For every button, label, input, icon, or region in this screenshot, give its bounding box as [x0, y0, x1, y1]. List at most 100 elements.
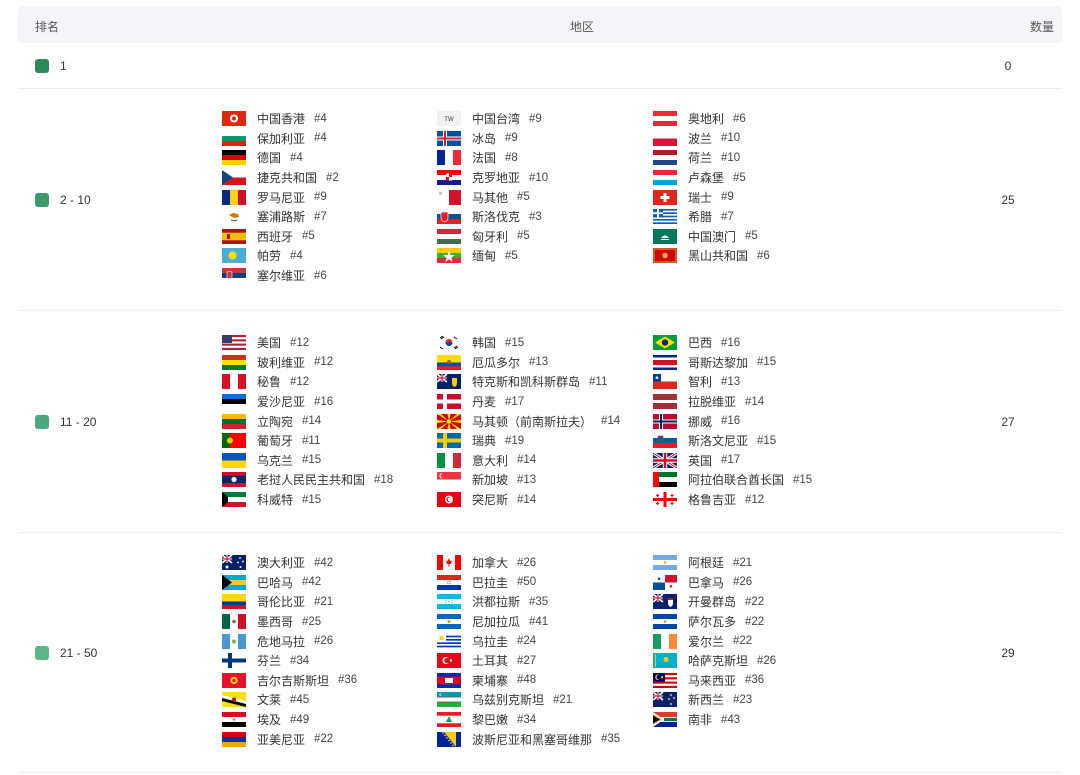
- region-item: 哥伦比亚 #21: [222, 592, 333, 612]
- region-name: 马来西亚: [688, 673, 737, 688]
- ae-flag-icon: [653, 472, 677, 488]
- at-flag-icon: [653, 111, 677, 127]
- region-item: 开曼群岛 #22: [653, 592, 764, 612]
- region-rank: #16: [314, 395, 334, 408]
- region-rank: #9: [721, 191, 734, 204]
- region-name: 斯洛文尼亚: [688, 434, 749, 449]
- region-name: 克罗地亚: [472, 171, 521, 186]
- it-flag-icon: [437, 452, 461, 468]
- header-count: 数量: [1029, 20, 1054, 34]
- region-name: 中国澳门: [688, 229, 737, 244]
- region-rank: #24: [517, 635, 537, 648]
- region-name: 科威特: [257, 493, 294, 508]
- region-item: 帕劳 #4: [222, 246, 303, 266]
- uy-flag-icon: [437, 633, 461, 649]
- tr-flag-icon: [437, 653, 461, 669]
- region-rank: #4: [314, 112, 327, 125]
- region-rank: #23: [733, 693, 753, 706]
- table-row: 10: [18, 43, 1062, 89]
- es-flag-icon: [222, 228, 246, 244]
- region-rank: #13: [529, 356, 549, 369]
- region-item: 巴西 #16: [653, 333, 740, 353]
- region-name: 丹麦: [472, 395, 497, 410]
- region-item: 新加坡 #13: [437, 470, 536, 490]
- region-rank: #10: [721, 132, 741, 145]
- region-item: 克罗地亚 #10: [437, 168, 548, 188]
- region-name: 黑山共和国: [688, 249, 749, 264]
- hn-flag-icon: [437, 594, 461, 610]
- region-name: 爱尔兰: [688, 634, 725, 649]
- sk-flag-icon: [437, 209, 461, 225]
- region-name: 开曼群岛: [688, 595, 737, 610]
- region-rank: #6: [314, 269, 327, 282]
- region-item: 匈牙利 #5: [437, 227, 530, 247]
- count-cell: 25: [1001, 193, 1015, 207]
- region-item: 哥斯达黎加 #15: [653, 353, 776, 373]
- region-name: 美国: [257, 336, 282, 351]
- region-item: 文莱 #45: [222, 690, 309, 710]
- region-item: 玻利维亚 #12: [222, 353, 333, 373]
- region-rank: #16: [721, 415, 741, 428]
- region-name: 罗马尼亚: [257, 190, 306, 205]
- is-flag-icon: [437, 130, 461, 146]
- region-name: 墨西哥: [257, 615, 294, 630]
- region-name: 阿根廷: [688, 556, 725, 571]
- region-item: 阿拉伯联合酋长国 #15: [653, 470, 812, 490]
- ba-flag-icon: [437, 731, 461, 747]
- region-item: 加拿大 #26: [437, 553, 536, 573]
- us-flag-icon: [222, 335, 246, 351]
- region-item: 厄瓜多尔 #13: [437, 353, 548, 373]
- region-name: 德国: [257, 151, 282, 166]
- rank-cell: 1: [35, 59, 67, 73]
- region-item: 卢森堡 #5: [653, 168, 746, 188]
- region-item: 乌兹别克斯坦 #21: [437, 690, 572, 710]
- region-item: 巴哈马 #42: [222, 573, 321, 593]
- rank-cell: 21 - 50: [35, 646, 97, 660]
- region-name: 马其顿（前南斯拉夫）: [472, 414, 593, 429]
- region-item: 立陶宛 #14: [222, 411, 321, 431]
- region-name: 西班牙: [257, 229, 294, 244]
- fr-flag-icon: [437, 150, 461, 166]
- au-flag-icon: [222, 555, 246, 571]
- region-name: 阿拉伯联合酋长国: [688, 473, 785, 488]
- region-rank: #5: [302, 230, 315, 243]
- mo-flag-icon: [653, 228, 677, 244]
- table-row: 2 - 10 中国香港 #4 保加利亚 #4 德国 #4 捷克共和国 #2 罗马尼亚 #9 塞浦路斯 #…: [18, 89, 1062, 311]
- region-rank: #15: [505, 336, 525, 349]
- lt-flag-icon: [222, 413, 246, 429]
- mm-flag-icon: [437, 248, 461, 264]
- region-rank: #5: [733, 171, 746, 184]
- region-name: 澳大利亚: [257, 556, 306, 571]
- dk-flag-icon: [437, 394, 461, 410]
- hu-flag-icon: [437, 228, 461, 244]
- region-rank: #14: [601, 415, 621, 428]
- rs-flag-icon: [222, 268, 246, 284]
- pl-flag-icon: [653, 130, 677, 146]
- de-flag-icon: [222, 150, 246, 166]
- region-rank: #34: [290, 654, 310, 667]
- region-item: 危地马拉 #26: [222, 631, 333, 651]
- region-rank: #10: [529, 171, 549, 184]
- region-rank: #11: [589, 375, 608, 388]
- kg-flag-icon: [222, 672, 246, 688]
- region-rank: #12: [290, 336, 310, 349]
- ro-flag-icon: [222, 189, 246, 205]
- region-rank: #25: [302, 615, 322, 628]
- region-rank: #21: [314, 595, 334, 608]
- tw-flag-icon: TW: [437, 111, 461, 127]
- region-name: 希腊: [688, 210, 713, 225]
- region-name: 亚美尼亚: [257, 732, 306, 747]
- region-rank: #16: [721, 336, 741, 349]
- region-rank: #12: [745, 493, 765, 506]
- uz-flag-icon: [437, 692, 461, 708]
- my-flag-icon: [653, 672, 677, 688]
- tn-flag-icon: [437, 492, 461, 508]
- region-name: 乌拉圭: [472, 634, 509, 649]
- region-item: 乌拉圭 #24: [437, 631, 536, 651]
- region-name: 芬兰: [257, 654, 282, 669]
- region-name: 法国: [472, 151, 497, 166]
- region-name: 格鲁吉亚: [688, 493, 737, 508]
- region-name: 柬埔寨: [472, 673, 509, 688]
- region-item: 亚美尼亚 #22: [222, 729, 333, 749]
- lu-flag-icon: [653, 170, 677, 186]
